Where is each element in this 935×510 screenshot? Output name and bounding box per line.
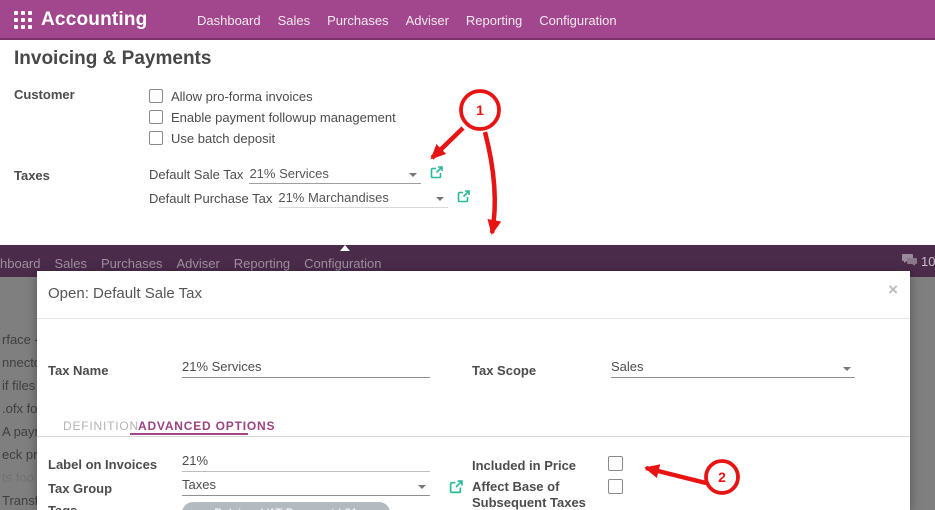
included-in-price-label: Included in Price [472,458,576,473]
menu-item-adviser[interactable]: Adviser [406,13,449,28]
bg-menu-item-reporting: Reporting [234,256,290,271]
bg-text-fragment: Transfe [2,493,37,508]
proforma-label: Allow pro-forma invoices [171,89,313,104]
notch-decoration [340,245,350,251]
tab-advanced-options[interactable]: ADVANCED OPTIONS [138,419,275,433]
bg-text-fragment: rface - [2,332,37,347]
menu-item-purchases[interactable]: Purchases [327,13,388,28]
default-purchase-tax-row: Default Purchase Tax 21% Marchandises [149,190,470,208]
bg-menu-item-configuration: Configuration [304,256,381,271]
chevron-down-icon[interactable] [843,367,851,371]
background-menu: hboard Sales Purchases Adviser Reporting… [0,256,382,271]
batch-deposit-label: Use batch deposit [171,131,275,146]
active-tab-underline [130,433,248,435]
arrow-1-to-second-screen [485,132,495,233]
bg-text-fragment: if files [2,378,35,393]
page-title: Invoicing & Payments [14,48,211,70]
default-purchase-tax-select[interactable]: 21% Marchandises [278,190,448,208]
customer-group-label: Customer [14,87,75,102]
annotation-number-1: 1 [476,102,484,118]
tax-group-value[interactable]: Taxes [182,477,216,492]
tax-group-select[interactable]: Taxes [182,477,430,496]
affect-base-checkbox[interactable] [608,479,623,494]
bg-text-fragment: .ofx fo [2,401,37,416]
taxes-group-label: Taxes [14,168,50,183]
chevron-down-icon[interactable] [418,485,426,489]
dialog-title: Open: Default Sale Tax [48,285,202,302]
messages-icon[interactable] [901,253,918,273]
tax-dialog: Open: Default Sale Tax × Tax Name 21% Se… [37,271,910,510]
tax-name-value[interactable]: 21% Services [182,359,261,374]
default-purchase-tax-label: Default Purchase Tax [149,191,272,208]
menu-item-sales[interactable]: Sales [278,13,311,28]
default-sale-tax-value[interactable]: 21% Services [249,166,328,181]
close-icon[interactable]: × [888,281,898,298]
modal-overlay-right [910,277,935,510]
top-menu: Dashboard Sales Purchases Adviser Report… [197,0,617,40]
option-followup: Enable payment followup management [149,109,396,125]
included-in-price-checkbox[interactable] [608,456,623,471]
bg-text-fragment: nnecto [2,355,37,370]
label-on-invoices-label: Label on Invoices [48,457,157,472]
menu-item-reporting[interactable]: Reporting [466,13,522,28]
tax-scope-select[interactable]: Sales [611,359,855,378]
messages-count[interactable]: 10 [921,254,935,269]
apps-grid-icon[interactable] [14,11,32,29]
bg-menu-item-purchases: Purchases [101,256,162,271]
app-title[interactable]: Accounting [41,0,148,40]
annotation-circle-1 [461,91,499,129]
tax-group-label: Tax Group [48,481,112,496]
bg-text-fragment: A paym [2,424,37,439]
default-purchase-tax-value[interactable]: 21% Marchandises [278,190,389,205]
affect-base-label: Affect Base of Subsequent Taxes [472,479,590,510]
external-link-icon[interactable] [457,190,470,208]
label-on-invoices-value[interactable]: 21% [182,453,208,468]
title-divider [37,318,910,319]
option-batch-deposit: Use batch deposit [149,130,275,146]
screenshot-root: Accounting Dashboard Sales Purchases Adv… [0,0,935,510]
tabs-divider [37,436,910,437]
default-sale-tax-label: Default Sale Tax [149,167,243,184]
arrow-1-to-external-link [432,128,463,158]
external-link-icon[interactable] [430,166,443,184]
top-navbar: Accounting Dashboard Sales Purchases Adv… [0,0,935,40]
bg-menu-item-adviser: Adviser [176,256,219,271]
tax-tag-pill[interactable]: Belgium VAT Due - paid 21 [182,502,390,510]
default-sale-tax-row: Default Sale Tax 21% Services [149,166,443,184]
modal-overlay-left: rface - nnecto if files .ofx fo A paym e… [0,277,37,510]
bg-text-fragment: eck pri [2,447,37,462]
external-link-icon[interactable] [449,480,463,499]
bg-menu-item-dashboard: hboard [0,256,40,271]
tax-scope-value[interactable]: Sales [611,359,644,374]
tax-name-label: Tax Name [48,363,108,378]
tags-label: Tags [48,503,77,510]
default-sale-tax-select[interactable]: 21% Services [249,166,421,184]
proforma-checkbox[interactable] [149,89,163,103]
followup-label: Enable payment followup management [171,110,396,125]
option-proforma: Allow pro-forma invoices [149,88,313,104]
chevron-down-icon[interactable] [436,197,444,201]
tax-name-input[interactable]: 21% Services [182,359,430,378]
chevron-down-icon[interactable] [409,173,417,177]
menu-item-dashboard[interactable]: Dashboard [197,13,261,28]
followup-checkbox[interactable] [149,110,163,124]
batch-deposit-checkbox[interactable] [149,131,163,145]
label-on-invoices-input[interactable]: 21% [182,453,430,472]
bg-text-fragment: ts foo [2,470,34,485]
menu-item-configuration[interactable]: Configuration [539,13,616,28]
tax-scope-label: Tax Scope [472,363,536,378]
tab-definition[interactable]: DEFINITION [63,419,139,433]
bg-menu-item-sales: Sales [54,256,87,271]
